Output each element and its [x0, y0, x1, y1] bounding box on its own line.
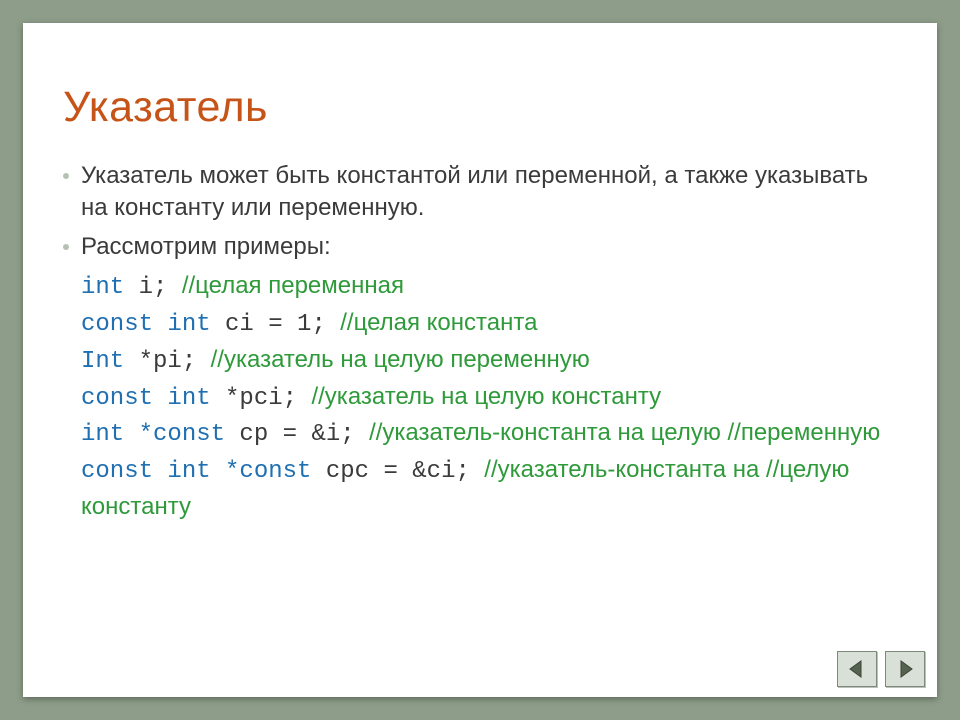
code-comment: //целая переменная [182, 272, 404, 299]
code-keyword: const int [81, 311, 211, 338]
bullet-list: Указатель может быть константой или пере… [63, 160, 897, 525]
prev-button[interactable] [837, 651, 877, 687]
code-comment: //указатель-константа на целую //перемен… [369, 419, 880, 446]
code-identifier: cp = &i [225, 421, 340, 448]
content-area: Указатель Указатель может быть константо… [63, 83, 897, 525]
code-keyword: *const [225, 458, 311, 485]
code-keyword: Int [81, 348, 124, 375]
code-sep: ; [153, 274, 182, 301]
code-identifier: *pi [124, 348, 182, 375]
slide-title: Указатель [63, 83, 897, 132]
code-sep: ; [182, 348, 211, 375]
arrow-right-icon [895, 659, 915, 679]
code-identifier: cpc = &ci [311, 458, 455, 485]
code-keyword: *const [139, 421, 225, 448]
code-identifier: ci = 1 [211, 311, 312, 338]
code-identifier: i [124, 274, 153, 301]
code-line: int i; //целая переменная [81, 269, 897, 306]
code-keyword: int [81, 274, 124, 301]
code-line: int *const cp = &i; //указатель-констант… [81, 416, 897, 453]
code-line: const int ci = 1; //целая константа [81, 306, 897, 343]
nav-controls [837, 651, 925, 687]
code-comment: //целая константа [340, 309, 537, 336]
code-sep: ; [340, 421, 369, 448]
bullet-item: Рассмотрим примеры: [63, 231, 897, 263]
code-keyword: int [81, 421, 139, 448]
bullet-item: Указатель может быть константой или пере… [63, 160, 897, 225]
code-sep: ; [455, 458, 484, 485]
code-sep: ; [283, 385, 312, 412]
slide: Указатель Указатель может быть константо… [23, 23, 937, 697]
code-line: const int *const cpc = &ci; //указатель-… [81, 453, 897, 525]
code-keyword: const int [81, 458, 225, 485]
code-sep: ; [311, 311, 340, 338]
next-button[interactable] [885, 651, 925, 687]
code-identifier: *pci [211, 385, 283, 412]
code-comment: //указатель на целую константу [311, 383, 661, 410]
code-line: Int *pi; //указатель на целую переменную [81, 343, 897, 380]
code-keyword: const int [81, 385, 211, 412]
arrow-left-icon [847, 659, 867, 679]
code-line: const int *pci; //указатель на целую кон… [81, 380, 897, 417]
code-comment: //указатель на целую переменную [211, 346, 590, 373]
code-block: int i; //целая переменная const int ci =… [63, 269, 897, 525]
